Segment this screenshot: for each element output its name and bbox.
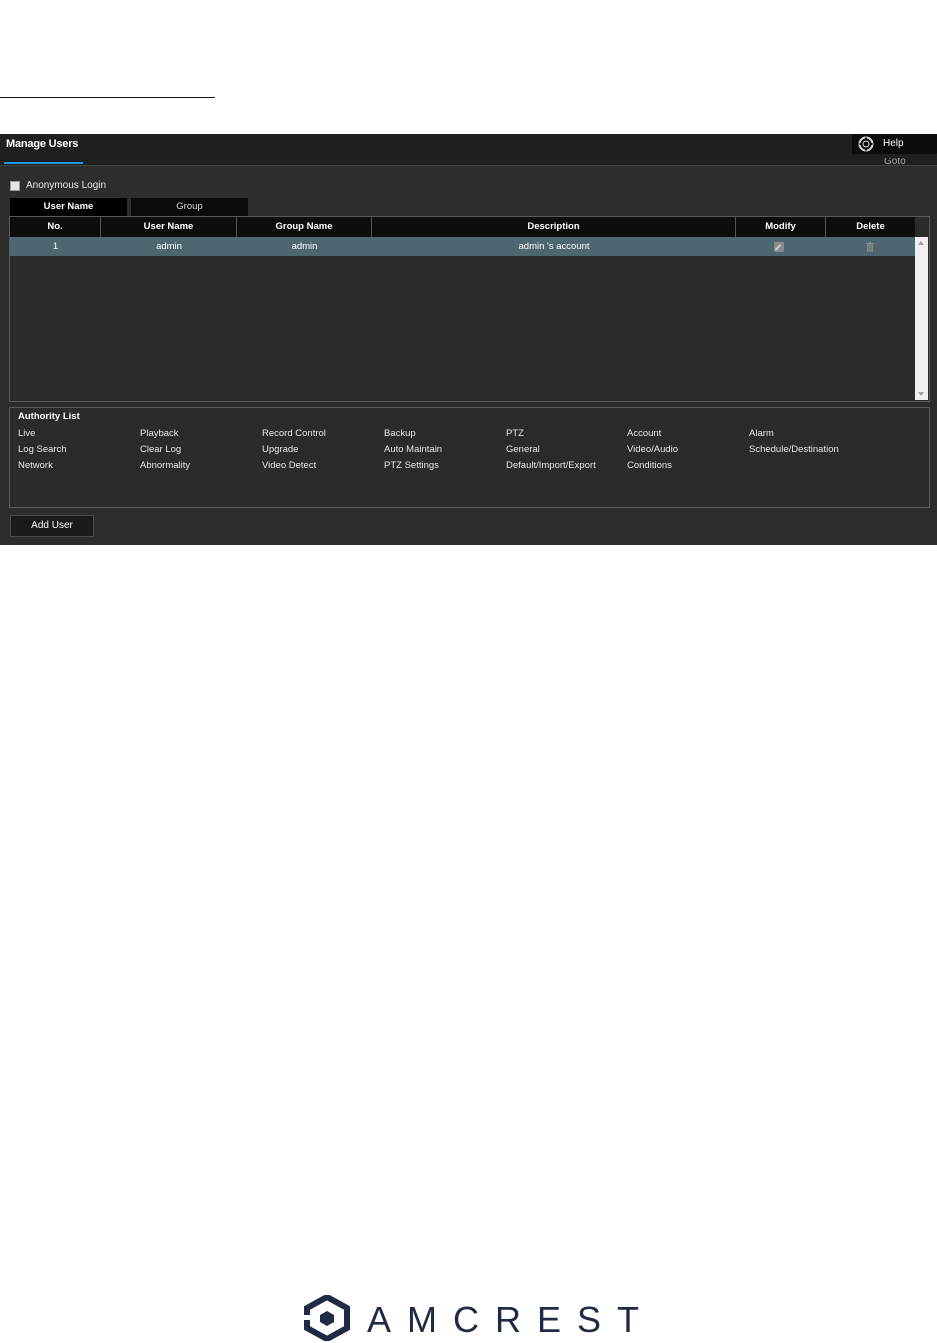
column-header-group-name: Group Name <box>237 217 372 237</box>
help-button[interactable]: Help <box>852 134 937 154</box>
users-table: No. User Name Group Name Description Mod… <box>9 216 930 402</box>
authority-item: Video Detect <box>262 460 317 471</box>
authority-item: Account <box>627 428 662 439</box>
goto-link[interactable]: Goto <box>884 158 937 165</box>
scroll-down-icon[interactable] <box>918 392 924 396</box>
anonymous-login-label: Anonymous Login <box>26 180 107 191</box>
authority-item: Auto Maintain <box>384 444 443 455</box>
authority-item: Abnormality <box>140 460 191 471</box>
authority-item: Video/Audio <box>627 444 679 455</box>
authority-item: PTZ <box>506 428 524 439</box>
tab-user-name[interactable]: User Name <box>10 198 127 216</box>
column-header-modify: Modify <box>736 217 826 237</box>
page-title: Manage Users <box>6 138 79 150</box>
authority-item: Backup <box>384 428 416 439</box>
authority-item: General <box>506 444 540 455</box>
authority-item: Record Control <box>262 428 326 439</box>
authority-item: Log Search <box>18 444 67 455</box>
authority-item: Clear Log <box>140 444 182 455</box>
authority-list-title: Authority List <box>18 411 80 422</box>
authority-item: Playback <box>140 428 179 439</box>
column-header-no: No. <box>10 217 101 237</box>
authority-item: Upgrade <box>262 444 299 455</box>
amcrest-logo-text: AMCREST <box>367 1299 656 1340</box>
cell-no: 1 <box>52 241 59 252</box>
table-row[interactable]: 1 admin admin admin 's account <box>10 237 915 256</box>
help-label: Help <box>883 138 904 149</box>
trash-icon[interactable] <box>865 242 875 252</box>
amcrest-logo-icon <box>303 1295 350 1341</box>
column-header-user-name: User Name <box>101 217 237 237</box>
authority-item: Default/Import/Export <box>506 460 596 471</box>
authority-item: PTZ Settings <box>384 460 439 471</box>
panel-header: Manage Users Help Goto <box>0 134 937 166</box>
column-header-delete: Delete <box>856 221 885 232</box>
table-scrollbar[interactable] <box>915 237 928 400</box>
pencil-icon[interactable] <box>774 242 784 252</box>
authority-item: Conditions <box>627 460 672 471</box>
anonymous-login-checkbox[interactable] <box>10 181 20 191</box>
tab-group[interactable]: Group <box>131 198 248 216</box>
help-icon <box>858 136 874 152</box>
authority-item: Alarm <box>749 428 774 439</box>
add-user-button[interactable]: Add User <box>10 515 94 537</box>
authority-list: Authority List Live Playback Record Cont… <box>9 407 930 508</box>
authority-item: Network <box>18 460 53 471</box>
cell-user-name: admin <box>156 241 182 252</box>
authority-item: Live <box>18 428 36 439</box>
table-header: No. User Name Group Name Description Mod… <box>10 217 915 237</box>
top-rule <box>0 97 215 98</box>
cell-description: admin 's account <box>518 241 590 252</box>
title-underline <box>4 162 83 164</box>
scroll-up-icon[interactable] <box>918 241 924 245</box>
column-header-description: Description <box>372 217 736 237</box>
cell-group-name: admin <box>291 241 318 252</box>
authority-item: Schedule/Destination <box>749 444 839 455</box>
amcrest-logo: AMCREST <box>303 1295 639 1341</box>
manage-users-panel: Manage Users Help Goto Anonymous Login U… <box>0 134 937 545</box>
